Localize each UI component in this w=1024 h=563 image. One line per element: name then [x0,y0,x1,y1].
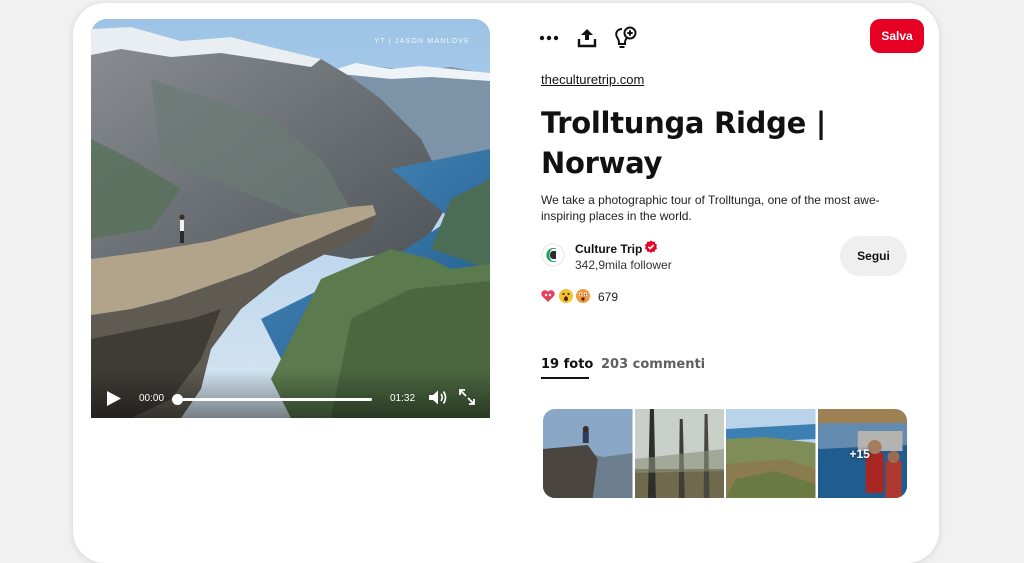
current-time: 00:00 [139,393,165,404]
video-controls: 00:00 01:32 [91,370,490,418]
pin-description: We take a photographic tour of Trolltung… [541,193,880,223]
total-time: 01:32 [390,393,416,404]
pin-title: Trolltunga Ridge | Norway [541,106,827,180]
share-upload-icon[interactable] [577,27,597,48]
reaction-count: 679 [598,290,619,304]
follower-count: 342,9mila follower [575,258,672,272]
progress-knob[interactable] [172,394,183,405]
author-name[interactable]: Culture Trip [575,242,642,256]
verified-badge-icon [645,240,657,253]
active-tab-indicator [541,377,589,379]
heart-eyes-icon [541,290,555,302]
play-icon[interactable] [106,390,122,407]
follow-button[interactable]: Segui [840,236,907,276]
video-watermark: YT | JASON MANLOVE [374,38,470,45]
more-horizontal-icon[interactable] [538,29,560,47]
wow-icon [559,289,573,303]
source-link[interactable]: theculturetrip.com [541,72,644,87]
save-button[interactable]: Salva [870,19,924,53]
more-photos-count: +15 [849,447,870,461]
fullscreen-icon[interactable] [458,388,476,406]
avatar[interactable] [541,243,565,267]
video-player[interactable]: YT | JASON MANLOVE 00:00 01:32 [91,19,490,418]
surprised-icon [576,289,590,303]
volume-icon[interactable] [428,389,447,406]
gallery-photo-more[interactable]: +15 [817,409,907,498]
culture-trip-logo-icon [541,243,565,267]
photo-gallery: +15 [543,409,907,498]
lightbulb-plus-icon[interactable] [613,26,637,50]
reactions[interactable] [540,288,596,304]
tab-comments[interactable]: 203 commenti [601,357,705,372]
progress-bar[interactable] [172,394,372,405]
gallery-photo[interactable] [634,409,724,498]
tab-photos[interactable]: 19 foto [541,357,593,372]
gallery-photo[interactable] [543,409,633,498]
video-frame [91,19,490,418]
gallery-photo[interactable] [726,409,816,498]
